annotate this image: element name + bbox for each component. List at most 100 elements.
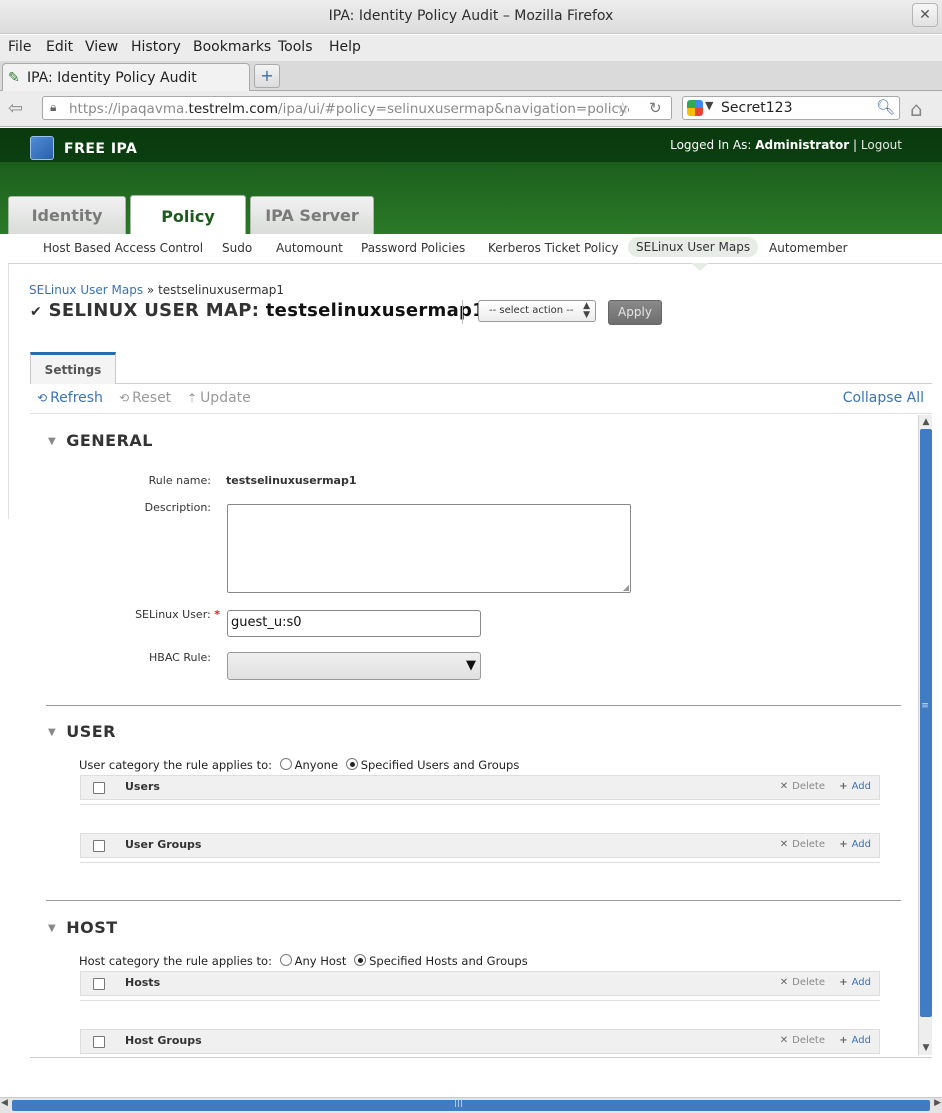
menu-history[interactable]: History [131,39,181,55]
apply-button[interactable]: Apply [608,300,662,325]
users-add-button[interactable]: + Add [839,781,871,792]
scroll-left-icon[interactable]: ◀ [1,1098,8,1108]
browser-tab[interactable]: ✎ IPA: Identity Policy Audit [2,63,250,92]
user-groups-table-body [80,859,880,863]
separator: | [853,138,858,152]
hosts-select-all-checkbox[interactable] [93,978,105,990]
page-horizontal-scrollbar[interactable]: ◀ ||| ▶ [0,1097,942,1113]
horizontal-scrollbar-thumb[interactable] [12,1100,930,1111]
logged-in-label: Logged In As: [670,138,752,152]
scroll-right-icon[interactable]: ▶ [934,1098,941,1108]
back-arrow-icon[interactable]: ⇦ [8,98,23,119]
host-category-any-radio[interactable] [279,954,292,966]
hbac-rule-select[interactable]: ▼ [227,652,481,680]
user-category-anyone-radio[interactable] [279,758,292,770]
url-bar[interactable]: 🔒︎ https://ipaqavma.testrelm.com/ipa/ui/… [42,96,672,120]
resize-grip-icon[interactable]: ◢ [623,583,629,592]
breadcrumb-parent-link[interactable]: SELinux User Maps [29,283,143,297]
add-plus-icon: + [839,839,848,850]
breadcrumb: SELinux User Maps » testselinuxusermap1 [29,283,284,297]
rule-name-label: Rule name: [148,474,211,487]
host-category-specified-radio[interactable] [354,954,367,966]
breadcrumb-current: testselinuxusermap1 [158,283,285,297]
collapse-triangle-icon: ▼ [48,923,57,934]
users-delete-button[interactable]: ✕ Delete [780,781,825,792]
window-titlebar: IPA: Identity Policy Audit – Mozilla Fir… [0,0,942,34]
search-icon[interactable]: 🔍︎ [876,98,895,116]
description-field[interactable]: ◢ [227,504,631,593]
page-title: ✔ SELINUX USER MAP: testselinuxusermap1 [30,300,485,321]
user-category-label: User category the rule applies to: [79,758,272,772]
host-section-header[interactable]: ▼ HOST [48,918,118,937]
menu-edit[interactable]: Edit [46,39,73,55]
user-category-specified-radio[interactable] [345,758,358,770]
search-input[interactable]: Secret123 [721,100,792,116]
selinux-user-input[interactable]: guest_u:s0 [227,610,481,637]
update-icon: ⇡ [187,391,198,405]
tab-settings[interactable]: Settings [30,352,116,384]
users-table-body [80,801,880,805]
menu-tools[interactable]: Tools [278,39,313,55]
add-plus-icon: + [839,977,848,988]
content-vertical-scrollbar[interactable]: ▲ ≡ ▼ [918,415,932,1055]
menubar: File Edit View History Bookmarks Tools H… [0,35,942,61]
scrollbar-thumb[interactable] [920,429,932,1017]
users-column: Users [125,780,160,793]
update-button[interactable]: ⇡ Update [187,390,251,406]
browser-tabstrip: ✎ IPA: Identity Policy Audit + [0,61,942,92]
subtab-hbac[interactable]: Host Based Access Control [43,241,203,255]
subtab-kerberos-ticket-policy[interactable]: Kerberos Ticket Policy [488,241,619,255]
delete-x-icon: ✕ [779,839,789,850]
new-tab-button[interactable]: + [254,64,280,88]
scroll-down-icon[interactable]: ▼ [920,1041,932,1055]
bookmark-star-icon[interactable]: ☆ [616,99,629,117]
action-select[interactable]: -- select action -- ▲ ▼ [478,300,596,322]
host-groups-delete-button[interactable]: ✕ Delete [780,1035,825,1046]
section-divider [46,705,901,706]
specified-hosts-label: Specified Hosts and Groups [369,954,528,968]
tab-identity[interactable]: Identity [8,196,126,234]
ipa-logo-text: FREE IPA [64,141,138,157]
details-toolbar: ⟲ Refresh ⟲ Reset ⇡ Update Collapse All [30,384,932,414]
search-bar[interactable]: ▼ Secret123 🔍︎ [682,96,900,120]
home-icon[interactable]: ⌂ [910,97,923,121]
chevron-down-icon[interactable]: ▼ [705,99,713,112]
menu-help[interactable]: Help [329,39,361,55]
up-down-arrows-icon: ▲ ▼ [583,301,590,320]
reset-button[interactable]: ⟲ Reset [119,390,171,406]
action-select-value: -- select action -- [489,305,574,316]
tab-ipa-server[interactable]: IPA Server [250,196,374,234]
general-section-header[interactable]: ▼ GENERAL [48,431,153,450]
subtab-automount[interactable]: Automount [276,241,343,255]
description-label: Description: [144,501,211,514]
menu-view[interactable]: View [85,39,118,55]
refresh-button[interactable]: ⟲ Refresh [37,390,103,406]
subtab-automember[interactable]: Automember [769,241,848,255]
host-groups-add-button[interactable]: + Add [839,1035,871,1046]
logged-in-user: Administrator [755,138,850,152]
user-groups-select-all-checkbox[interactable] [93,840,105,852]
lock-icon: 🔒︎ [50,100,57,114]
host-groups-select-all-checkbox[interactable] [93,1036,105,1048]
subtab-sudo[interactable]: Sudo [222,241,252,255]
hosts-table-header: Hosts ✕ Delete + Add [80,971,880,996]
reload-icon[interactable]: ↻ [649,99,662,117]
scroll-up-icon[interactable]: ▲ [920,415,932,429]
menu-bookmarks[interactable]: Bookmarks [193,39,271,55]
tab-policy[interactable]: Policy [130,195,246,235]
user-groups-delete-button[interactable]: ✕ Delete [780,839,825,850]
hosts-delete-button[interactable]: ✕ Delete [780,977,825,988]
user-groups-table-header: User Groups ✕ Delete + Add [80,833,880,858]
user-section-header[interactable]: ▼ USER [48,722,116,741]
subtab-password-policies[interactable]: Password Policies [361,241,465,255]
subtab-selinux-user-maps[interactable]: SELinux User Maps [628,237,759,257]
user-groups-add-button[interactable]: + Add [839,839,871,850]
users-select-all-checkbox[interactable] [93,782,105,794]
close-window-button[interactable]: ✕ [912,3,938,27]
required-marker: * [214,608,220,621]
collapse-all-link[interactable]: Collapse All [843,390,924,406]
menu-file[interactable]: File [8,39,31,55]
logout-link[interactable]: Logout [861,138,902,152]
google-icon[interactable] [687,100,703,116]
hosts-add-button[interactable]: + Add [839,977,871,988]
